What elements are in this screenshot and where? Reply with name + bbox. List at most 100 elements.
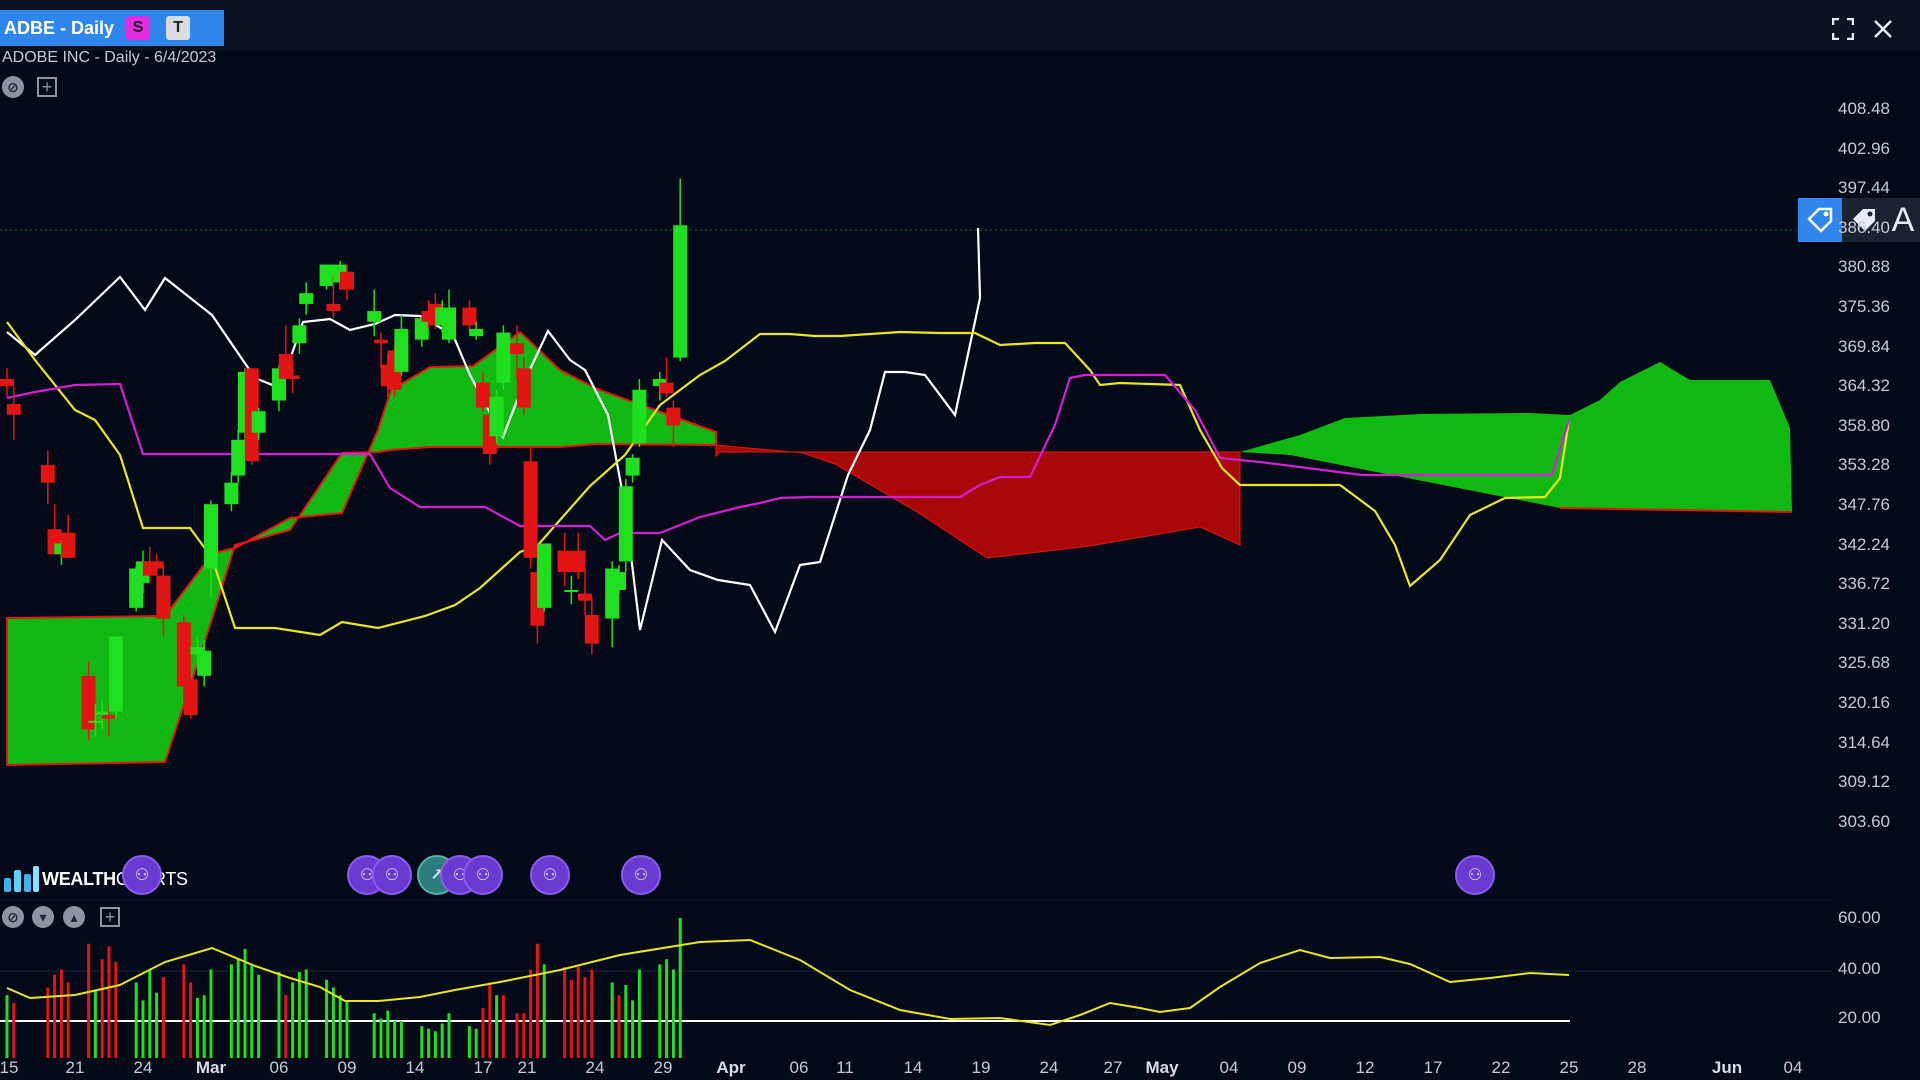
tenkan-sen-line [6,321,1571,637]
volume-bar [678,918,682,1058]
volume-bar [440,1023,444,1058]
date-tick-label: 15 [0,1058,19,1077]
chart-subtitle: ADOBE INC - Daily - 6/4/2023 [2,49,217,66]
add-indicator-icon[interactable]: + [37,77,57,97]
volume-bar [250,964,254,1058]
maximize-icon[interactable] [1826,12,1860,46]
date-tick-label: 21 [65,1058,85,1077]
candle-down [557,550,572,573]
volume-bar [257,974,261,1058]
candle-down [516,368,531,408]
date-tick-label: Jun [1711,1058,1743,1077]
volume-bar [277,972,281,1058]
volume-bar [148,969,152,1058]
price-tick-label: 314.64 [1838,732,1890,752]
date-tick-label: 04 [1783,1058,1803,1077]
candle-up [231,439,246,476]
price-label-tool-icon[interactable] [1798,198,1842,242]
price-tick-label: 397.44 [1838,178,1890,198]
price-tick-label: 347.76 [1838,495,1890,514]
tab-title: ADBE - Daily [4,17,115,38]
event-marker-icon[interactable]: ⚇ [621,855,661,895]
collapse-down-icon[interactable]: ▾ [32,906,54,928]
kumo-cloud-bearish [715,444,1241,559]
logo-icon [4,866,39,892]
candle-up [319,264,334,287]
candle-down [183,679,198,716]
date-tick-label: 09 [337,1058,357,1077]
candle-up [442,307,456,340]
candle-up [496,332,511,383]
price-tick-label: 336.72 [1838,574,1890,594]
volume-bar [134,982,138,1058]
date-tick-label: 29 [653,1058,673,1077]
volume-bar [202,995,206,1058]
volume-bar [93,990,97,1058]
candle-up [612,572,626,590]
event-marker-icon[interactable]: ⚇ [463,855,503,895]
volume-bar [5,995,9,1058]
volume-bar [433,1031,437,1058]
study-badge[interactable]: S [126,16,151,40]
date-tick-label: 12 [1355,1058,1375,1077]
volume-bar [372,1013,376,1058]
candle-up [251,411,266,433]
price-tick-label: 386.40 [1838,217,1890,237]
volume-bar [583,977,587,1058]
volume-settings-icon[interactable]: ⊘ [2,906,24,928]
earnings-event-icon[interactable]: ⚇ [122,855,162,895]
event-marker-icon[interactable]: ⚇ [530,855,570,895]
price-tick-label: 303.60 [1838,811,1890,831]
candle-up [224,482,239,505]
volume-bar [195,997,199,1058]
add-volume-indicator-icon[interactable]: + [100,907,120,927]
volume-bar [66,982,70,1058]
candle-up [367,311,382,322]
price-tick-label: 358.80 [1838,415,1890,435]
price-tick-label: 325.68 [1838,653,1890,673]
candle-down [476,382,490,408]
volume-bar [542,964,546,1058]
candle-up [394,328,409,372]
volume-bar [495,995,499,1058]
volume-bar [467,1026,471,1058]
volume-bar [141,1000,145,1058]
event-marker-icon[interactable]: ⚇ [372,855,412,895]
volume-bar [522,1013,526,1058]
chart-tab[interactable]: ADBE - Daily S T [0,10,224,46]
volume-bar [529,969,533,1058]
volume-bar [631,1000,635,1058]
event-marker-icon[interactable]: ⚇ [1455,855,1495,895]
template-badge[interactable]: T [166,16,191,40]
candle-down [374,339,388,344]
candle-up [204,504,218,569]
logo-text-wealth: WEALTH [42,868,116,889]
volume-bar [243,948,247,1058]
pane-settings-icon[interactable]: ⊘ [2,76,24,98]
date-tick-label: 19 [971,1058,991,1077]
volume-bar [420,1026,424,1058]
date-tick-label: 24 [585,1058,605,1077]
volume-bar [563,966,567,1058]
text-tool-icon[interactable]: A [1886,198,1920,242]
collapse-up-icon[interactable]: ▴ [63,906,85,928]
volume-bar [671,969,675,1058]
close-icon[interactable] [1866,12,1900,46]
volume-bar [53,974,57,1058]
price-tick-label: 331.20 [1838,613,1890,633]
candle-down [326,303,341,312]
volume-bar [488,982,492,1058]
price-tick-label: 408.48 [1838,99,1890,118]
date-tick-label: 17 [1423,1058,1443,1077]
chart-area[interactable] [0,0,1920,1080]
volume-tick-label: 60.00 [1838,908,1881,927]
candle-up [537,543,552,608]
volume-bar [100,959,104,1058]
candle-up [108,636,123,712]
price-tick-label: 364.32 [1838,376,1890,396]
candle-up [88,720,103,723]
volume-bar [447,1013,451,1058]
date-tick-label: 14 [405,1058,425,1077]
volume-bar [379,1018,383,1058]
date-tick-label: 27 [1103,1058,1123,1077]
